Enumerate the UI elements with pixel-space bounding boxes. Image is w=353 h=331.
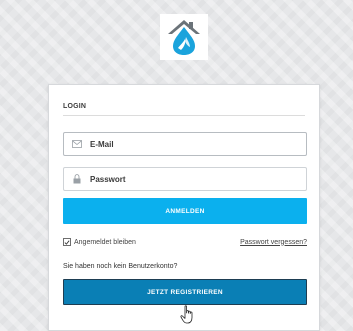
brand-logo	[160, 14, 208, 60]
heading-divider	[63, 115, 305, 116]
register-button[interactable]: JETZT REGISTRIEREN	[63, 279, 307, 305]
envelope-icon	[64, 140, 90, 148]
email-field[interactable]	[63, 132, 307, 156]
email-input[interactable]	[90, 134, 290, 154]
forgot-password-link[interactable]: Passwort vergessen?	[240, 239, 307, 246]
login-heading: LOGIN	[63, 103, 87, 110]
house-water-drop-logo	[168, 20, 200, 55]
no-account-text: Sie haben noch kein Benutzerkonto?	[63, 263, 178, 270]
hand-pointer-icon	[180, 305, 193, 324]
remember-checkbox[interactable]	[63, 238, 71, 246]
password-input[interactable]	[90, 169, 290, 189]
lock-icon	[64, 174, 90, 184]
remember-row: Angemeldet bleiben Passwort vergessen?	[63, 236, 307, 248]
remember-label[interactable]: Angemeldet bleiben	[74, 239, 136, 246]
password-field[interactable]	[63, 167, 307, 191]
checkmark-icon	[64, 239, 70, 245]
login-button[interactable]: ANMELDEN	[63, 198, 307, 224]
login-card: LOGIN ANMELDEN Angemeldet bleiben Passwo…	[48, 84, 320, 331]
